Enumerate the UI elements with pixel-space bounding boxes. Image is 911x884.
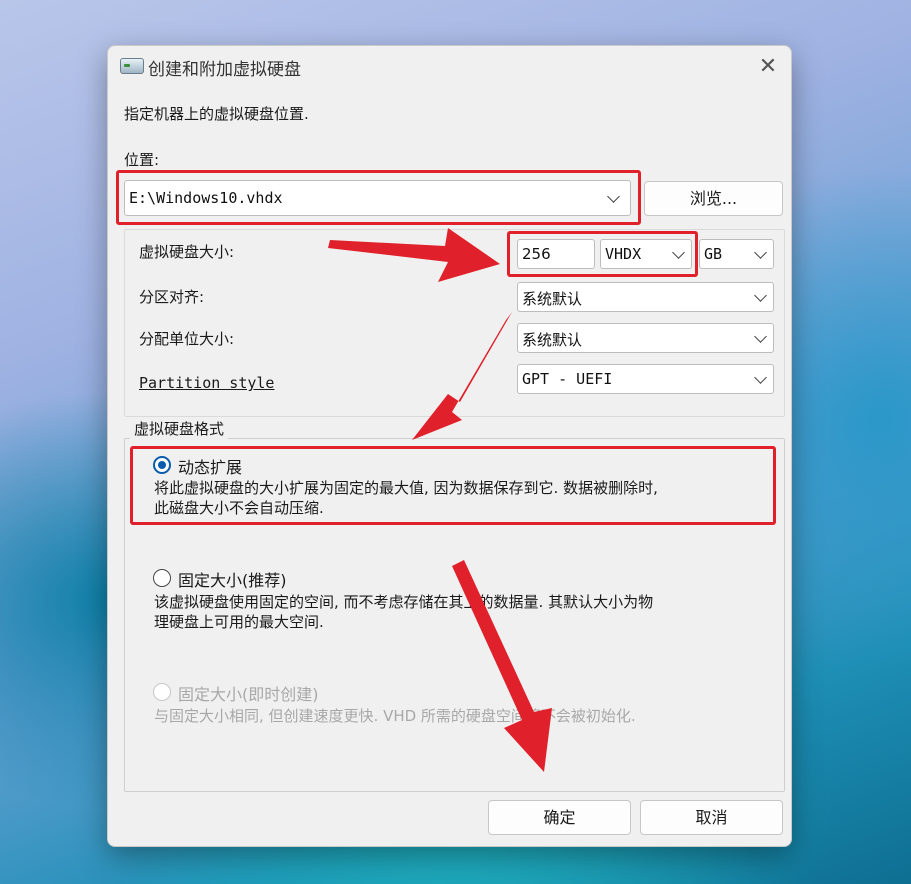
dialog-title: 创建和附加虚拟硬盘 — [148, 60, 301, 80]
browse-button[interactable]: 浏览... — [644, 181, 783, 216]
chevron-down-icon — [754, 371, 767, 384]
unit-value: GB — [704, 245, 723, 263]
fixed-size-desc: 该虚拟硬盘使用固定的空间, 而不考虑存储在其上的数据量. 其默认大小为物 理硬盘… — [154, 592, 778, 632]
chevron-down-icon[interactable] — [607, 190, 620, 203]
fixed-size-label[interactable]: 固定大小(推荐) — [178, 567, 287, 591]
location-value: E:\Windows10.vhdx — [129, 189, 283, 207]
title-bar: 创建和附加虚拟硬盘 ✕ — [108, 46, 791, 88]
dynamic-expand-desc-line1: 将此虚拟硬盘的大小扩展为固定的最大值, 因为数据保存到它. 数据被删除时, — [154, 479, 658, 497]
instruction-text: 指定机器上的虚拟硬盘位置. — [124, 105, 309, 123]
alignment-select[interactable]: 系统默认 — [517, 282, 774, 312]
allocation-select[interactable]: 系统默认 — [517, 323, 774, 353]
dynamic-expand-radio[interactable] — [153, 456, 171, 474]
fixed-instant-radio — [153, 683, 171, 701]
disk-icon — [120, 58, 144, 74]
allocation-label: 分配单位大小: — [139, 330, 235, 348]
fixed-size-desc-line2: 理硬盘上可用的最大空间. — [154, 613, 324, 631]
cancel-button[interactable]: 取消 — [640, 800, 783, 835]
format-select[interactable]: VHDX — [600, 239, 692, 269]
partition-style-select[interactable]: GPT - UEFI — [517, 364, 774, 394]
fixed-instant-desc: 与固定大小相同, 但创建速度更快. VHD 所需的硬盘空间将不会被初始化. — [154, 706, 778, 726]
location-label: 位置: — [124, 151, 160, 169]
format-group-title: 虚拟硬盘格式 — [130, 418, 229, 439]
partition-style-value: GPT - UEFI — [522, 370, 613, 388]
dynamic-expand-label[interactable]: 动态扩展 — [178, 454, 242, 478]
alignment-label: 分区对齐: — [139, 288, 205, 306]
size-label: 虚拟硬盘大小: — [139, 243, 235, 261]
fixed-instant-desc-line1: 与固定大小相同, 但创建速度更快. VHD 所需的硬盘空间将不会被初始化. — [154, 707, 636, 725]
chevron-down-icon — [754, 330, 767, 343]
create-vhd-dialog: 创建和附加虚拟硬盘 ✕ 指定机器上的虚拟硬盘位置. 位置: E:\Windows… — [107, 45, 792, 847]
close-icon[interactable]: ✕ — [751, 52, 785, 82]
size-value: 256 — [522, 245, 551, 263]
fixed-size-desc-line1: 该虚拟硬盘使用固定的空间, 而不考虑存储在其上的数据量. 其默认大小为物 — [154, 593, 654, 611]
dynamic-expand-desc: 将此虚拟硬盘的大小扩展为固定的最大值, 因为数据保存到它. 数据被删除时, 此磁… — [154, 478, 778, 518]
alignment-value: 系统默认 — [522, 290, 583, 308]
fixed-size-radio[interactable] — [153, 569, 171, 587]
partition-style-link[interactable]: Partition style — [139, 374, 274, 392]
fixed-instant-label: 固定大小(即时创建) — [178, 685, 319, 704]
format-value: VHDX — [605, 245, 642, 263]
ok-button[interactable]: 确定 — [488, 800, 631, 835]
unit-select[interactable]: GB — [699, 239, 774, 269]
location-combobox[interactable]: E:\Windows10.vhdx — [124, 180, 631, 216]
dynamic-expand-desc-line2: 此磁盘大小不会自动压缩. — [154, 499, 324, 517]
size-input[interactable]: 256 — [517, 239, 595, 269]
chevron-down-icon — [672, 246, 685, 259]
chevron-down-icon — [754, 289, 767, 302]
chevron-down-icon — [754, 246, 767, 259]
allocation-value: 系统默认 — [522, 331, 583, 349]
